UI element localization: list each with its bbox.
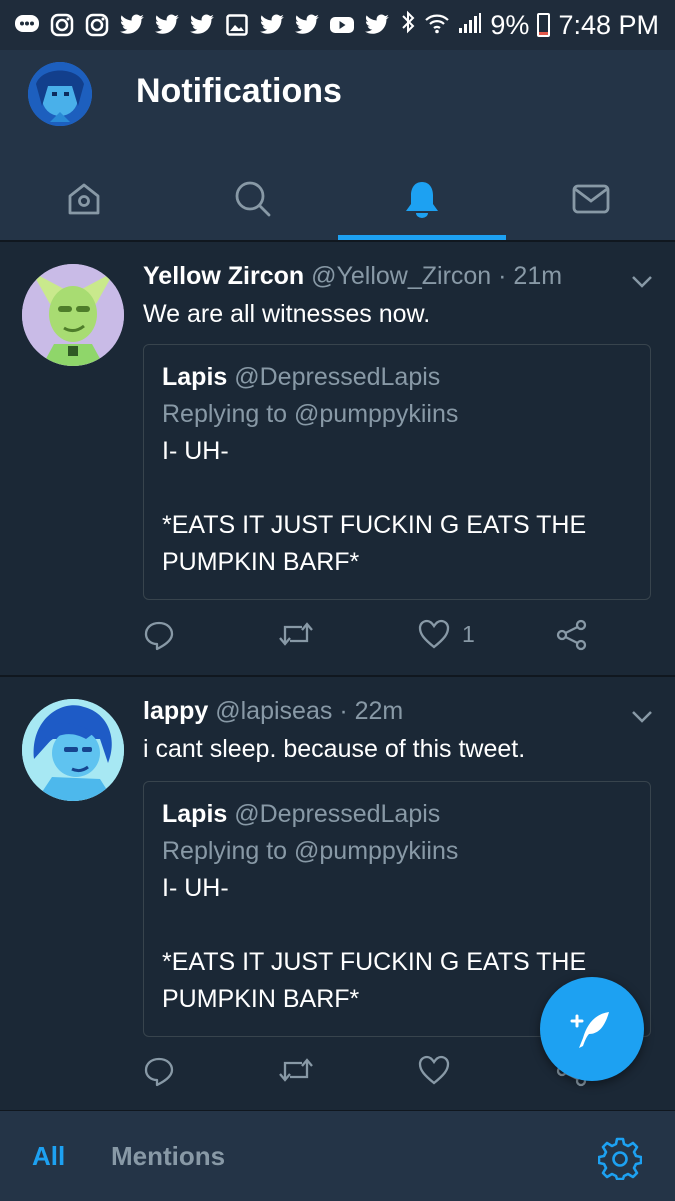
author-name[interactable]: Yellow Zircon: [143, 262, 304, 290]
retweet-icon: [279, 1058, 313, 1082]
chevron-down-icon[interactable]: [631, 710, 653, 724]
profile-avatar[interactable]: [28, 62, 92, 126]
reply-button[interactable]: [143, 1055, 175, 1087]
compose-feather-icon: [570, 1012, 609, 1048]
bell-icon: [405, 182, 438, 218]
status-bar: 9% 7:48 PM: [0, 0, 675, 50]
youtube-icon: [329, 12, 355, 38]
bluetooth-icon: [400, 10, 416, 41]
quoted-author-name: Lapis: [162, 363, 228, 391]
retweet-icon: [279, 622, 313, 646]
reply-icon: [144, 621, 174, 651]
twitter-icon: [189, 12, 215, 38]
quoted-author-handle: @DepressedLapis: [234, 363, 441, 391]
tweet[interactable]: Yellow Zircon @Yellow_Zircon · 21m We ar…: [0, 242, 675, 676]
heart-icon: [418, 1055, 450, 1085]
tab-messages[interactable]: [506, 158, 675, 240]
twitter-icon: [364, 12, 390, 38]
quoted-text-line: *EATS IT JUST FUCKIN G EATS THE PUMPKIN …: [162, 511, 587, 576]
tab-notifications[interactable]: [337, 158, 507, 240]
replying-to: Replying to @pumppykiins: [162, 837, 459, 865]
replying-to: Replying to @pumppykiins: [162, 400, 459, 428]
wifi-icon: [424, 10, 450, 41]
instagram-icon: [49, 12, 75, 38]
notification-icons: [0, 12, 390, 38]
share-icon: [556, 619, 587, 651]
search-icon: [235, 181, 271, 217]
home-icon: [68, 183, 100, 215]
filter-all-tab[interactable]: All: [32, 1141, 65, 1172]
filter-mentions-tab[interactable]: Mentions: [111, 1141, 225, 1172]
battery-icon: [537, 13, 551, 37]
tweet-actions: 1: [143, 619, 623, 659]
tab-home[interactable]: [0, 158, 169, 240]
app-header: Notifications: [0, 50, 675, 240]
page-title: Notifications: [136, 72, 342, 110]
tweet-time: · 22m: [339, 697, 404, 725]
messages-icon: [14, 12, 40, 38]
author-handle[interactable]: @lapiseas: [215, 697, 332, 725]
twitter-icon: [294, 12, 320, 38]
tab-bar: [0, 158, 675, 240]
retweet-button[interactable]: [278, 619, 314, 649]
reply-button[interactable]: [143, 619, 175, 651]
tweet-text: i cant sleep. because of this tweet.: [143, 735, 526, 763]
chevron-down-icon[interactable]: [631, 275, 653, 289]
twitter-icon: [154, 12, 180, 38]
avatar[interactable]: [22, 264, 124, 366]
author-name[interactable]: lappy: [143, 697, 208, 725]
tweet-header: lappy @lapiseas · 22m: [143, 697, 403, 726]
author-handle[interactable]: @Yellow_Zircon: [311, 262, 491, 290]
quoted-author-name: Lapis: [162, 800, 228, 828]
avatar[interactable]: [22, 699, 124, 801]
settings-gear-icon[interactable]: [598, 1136, 642, 1180]
compose-tweet-button[interactable]: [540, 977, 644, 1081]
quoted-tweet[interactable]: Lapis @DepressedLapis Replying to @pumpp…: [143, 344, 651, 600]
quoted-author-handle: @DepressedLapis: [234, 800, 441, 828]
twitter-icon: [119, 12, 145, 38]
retweet-button[interactable]: [278, 1055, 314, 1085]
instagram-icon: [84, 12, 110, 38]
quoted-text-line: I- UH-: [162, 437, 229, 465]
tab-search[interactable]: [169, 158, 338, 240]
battery-percent: 9%: [490, 9, 530, 40]
heart-icon: [418, 619, 450, 649]
clock: 7:48 PM: [558, 9, 659, 40]
quoted-text-line: I- UH-: [162, 874, 229, 902]
share-button[interactable]: [555, 619, 589, 651]
signal-icon: [458, 10, 482, 41]
tweet-time: · 21m: [498, 262, 563, 290]
like-button[interactable]: [418, 1055, 462, 1085]
notification-filter-bar: All Mentions: [0, 1110, 675, 1201]
gallery-icon: [224, 12, 250, 38]
like-count: 1: [462, 620, 475, 647]
tweet-header: Yellow Zircon @Yellow_Zircon · 21m: [143, 262, 562, 291]
reply-icon: [144, 1057, 174, 1087]
twitter-icon: [259, 12, 285, 38]
system-indicators: 9% 7:48 PM: [400, 0, 659, 50]
mail-icon: [572, 184, 610, 214]
like-button[interactable]: 1: [418, 619, 475, 649]
tweet-text: We are all witnesses now.: [143, 300, 431, 328]
